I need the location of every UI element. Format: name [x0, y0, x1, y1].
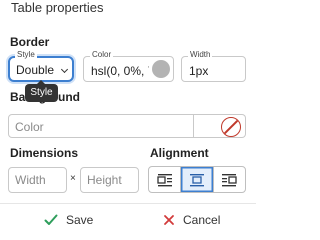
border-width-value[interactable]: 1px: [189, 64, 208, 78]
align-left-button[interactable]: [149, 167, 182, 192]
border-style-value: Double: [16, 63, 55, 77]
border-width-caption: Width: [188, 50, 213, 60]
border-heading: Border: [10, 35, 50, 49]
dialog-title: Table properties: [11, 0, 104, 15]
background-color-input[interactable]: Color: [8, 114, 194, 138]
background-color-picker-button[interactable]: [193, 114, 246, 138]
table-width-input[interactable]: Width: [8, 167, 67, 193]
border-style-caption: Style: [15, 50, 37, 60]
align-right-button[interactable]: [214, 167, 245, 192]
close-icon: [164, 215, 174, 225]
align-center-button[interactable]: [181, 167, 214, 192]
alignment-heading: Alignment: [150, 146, 209, 160]
border-color-value[interactable]: hsl(0, 0%, 7: [91, 64, 149, 78]
border-style-dropdown[interactable]: Style Double: [8, 50, 74, 82]
table-height-input[interactable]: Height: [80, 167, 139, 193]
dimensions-separator: ×: [70, 173, 76, 184]
chevron-down-icon: [60, 65, 69, 74]
cancel-button[interactable]: Cancel: [163, 210, 220, 230]
align-left-icon: [157, 173, 172, 186]
no-color-icon: [221, 117, 241, 137]
table-height-placeholder: Height: [87, 173, 122, 187]
footer-divider: [0, 203, 256, 204]
border-width-field[interactable]: Width 1px: [181, 50, 246, 82]
background-color-placeholder: Color: [15, 120, 44, 134]
save-button[interactable]: Save: [44, 210, 93, 230]
color-swatch-button[interactable]: [152, 60, 170, 78]
save-label: Save: [66, 213, 94, 227]
border-color-field[interactable]: Color hsl(0, 0%, 7: [83, 50, 174, 82]
table-width-placeholder: Width: [15, 173, 46, 187]
alignment-toolbar: [148, 166, 246, 193]
checkmark-icon: [44, 214, 58, 225]
align-center-icon: [189, 173, 204, 186]
style-tooltip: Style: [25, 80, 58, 102]
cancel-label: Cancel: [183, 213, 221, 227]
align-right-icon: [222, 173, 237, 186]
border-color-caption: Color: [90, 50, 114, 60]
dimensions-heading: Dimensions: [10, 146, 79, 160]
